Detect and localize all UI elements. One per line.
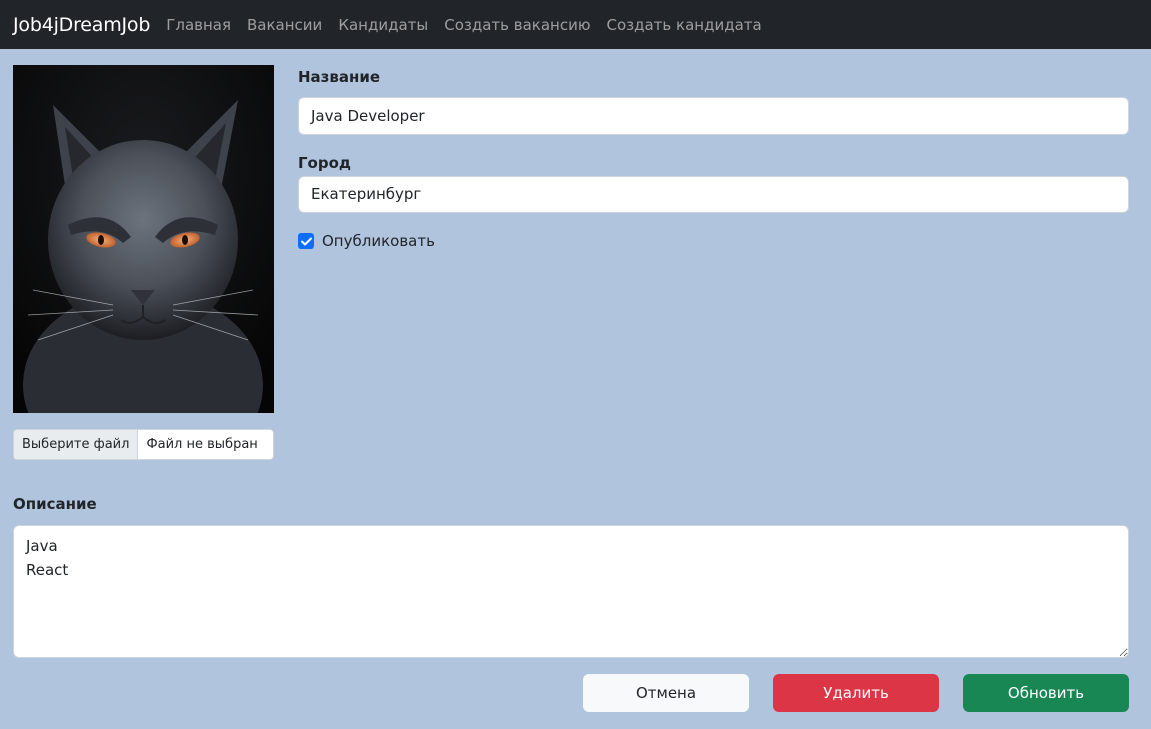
cancel-button[interactable]: Отмена (583, 674, 749, 712)
navbar: Job4jDreamJob Главная Вакансии Кандидаты… (0, 0, 1151, 49)
nav-link-home[interactable]: Главная (166, 16, 231, 34)
description-textarea[interactable] (13, 525, 1129, 658)
file-input[interactable]: Выберите файл Файл не выбран (13, 429, 274, 460)
nav-link-candidates[interactable]: Кандидаты (338, 16, 428, 34)
nav-link-create-candidate[interactable]: Создать кандидата (606, 16, 761, 34)
description-label: Описание (13, 495, 97, 513)
file-status-text: Файл не выбран (146, 437, 258, 452)
city-label: Город (298, 154, 352, 172)
nav-link-vacancies[interactable]: Вакансии (247, 16, 322, 34)
checkmark-icon (300, 237, 312, 245)
publish-label[interactable]: Опубликовать (322, 232, 435, 250)
publish-checkbox[interactable] (298, 233, 314, 249)
nav-link-create-vacancy[interactable]: Создать вакансию (444, 16, 590, 34)
brand-link[interactable]: Job4jDreamJob (13, 14, 150, 36)
update-button[interactable]: Обновить (963, 674, 1129, 712)
delete-button[interactable]: Удалить (773, 674, 939, 712)
city-input[interactable]: Екатеринбург (298, 176, 1129, 213)
title-label: Название (298, 68, 381, 86)
cat-photo (13, 65, 274, 413)
choose-file-button[interactable]: Выберите файл (14, 430, 139, 459)
publish-checkbox-group: Опубликовать (298, 232, 435, 250)
cat-photo-icon (13, 65, 274, 413)
title-input[interactable]: Java Developer (298, 97, 1129, 135)
